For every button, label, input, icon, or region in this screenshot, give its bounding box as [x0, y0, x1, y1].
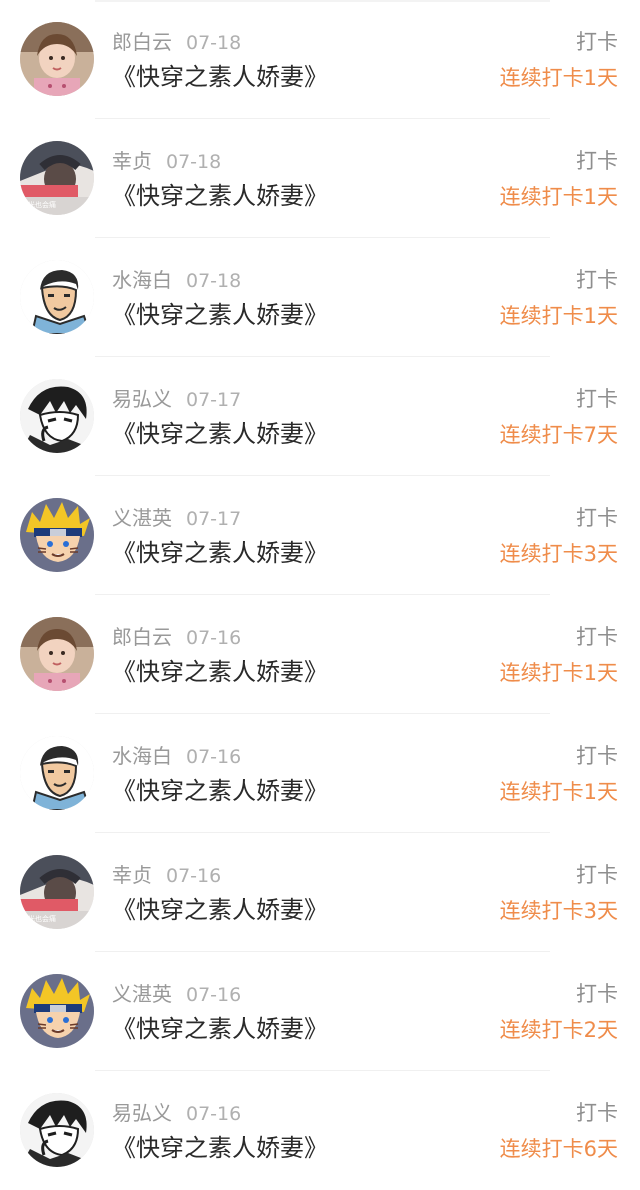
book-title[interactable]: 《快穿之素人娇妻》	[112, 178, 328, 214]
record-meta: 易弘义 07-16	[112, 1099, 241, 1127]
user-name[interactable]: 幸贞	[112, 863, 152, 887]
record-type-label: 打卡	[576, 1101, 618, 1125]
record-meta: 水海白 07-18	[112, 266, 241, 294]
streak-count: 连续打卡1天	[499, 661, 618, 685]
book-title[interactable]: 《快穿之素人娇妻》	[112, 1011, 328, 1047]
record-type-label: 打卡	[576, 268, 618, 292]
streak-count: 连续打卡3天	[499, 542, 618, 566]
streak-count: 连续打卡2天	[499, 1018, 618, 1042]
record-meta: 幸贞 07-16	[112, 861, 221, 889]
cartoon-man-avatar[interactable]	[20, 260, 94, 334]
book-title[interactable]: 《快穿之素人娇妻》	[112, 892, 328, 928]
checkin-list-item[interactable]: 易弘义 07-17 《快穿之素人娇妻》 打卡 连续打卡7天	[0, 357, 640, 476]
user-name[interactable]: 水海白	[112, 268, 172, 292]
book-title[interactable]: 《快穿之素人娇妻》	[112, 297, 328, 333]
user-name[interactable]: 幸贞	[112, 149, 152, 173]
record-date: 07-16	[186, 746, 242, 768]
record-meta: 水海白 07-16	[112, 742, 241, 770]
record-date: 07-17	[186, 508, 242, 530]
checkin-list-item[interactable]: 义湛英 07-17 《快穿之素人娇妻》 打卡 连续打卡3天	[0, 476, 640, 595]
girl-photo-avatar[interactable]	[20, 617, 94, 691]
user-name[interactable]: 义湛英	[112, 982, 172, 1006]
streak-count: 连续打卡3天	[499, 899, 618, 923]
streak-count: 连续打卡1天	[499, 780, 618, 804]
record-type-label: 打卡	[576, 30, 618, 54]
user-name[interactable]: 易弘义	[112, 387, 172, 411]
streak-count: 连续打卡1天	[499, 185, 618, 209]
record-date: 07-16	[186, 984, 242, 1006]
book-title[interactable]: 《快穿之素人娇妻》	[112, 773, 328, 809]
streak-count: 连续打卡6天	[499, 1137, 618, 1161]
record-meta: 义湛英 07-17	[112, 504, 241, 532]
user-name[interactable]: 易弘义	[112, 1101, 172, 1125]
checkin-record-list: 郎白云 07-18 《快穿之素人娇妻》 打卡 连续打卡1天 光也会痛 幸贞 07-1…	[0, 0, 640, 1180]
book-title[interactable]: 《快穿之素人娇妻》	[112, 59, 328, 95]
checkin-list-item[interactable]: 水海白 07-16 《快穿之素人娇妻》 打卡 连续打卡1天	[0, 714, 640, 833]
checkin-list-item[interactable]: 水海白 07-18 《快穿之素人娇妻》 打卡 连续打卡1天	[0, 238, 640, 357]
naruto-avatar[interactable]	[20, 974, 94, 1048]
record-type-label: 打卡	[576, 863, 618, 887]
record-type-label: 打卡	[576, 506, 618, 530]
boy-photo-avatar[interactable]: 光也会痛	[20, 855, 94, 929]
svg-text:光也会痛: 光也会痛	[28, 200, 56, 209]
girl-photo-avatar[interactable]	[20, 22, 94, 96]
record-date: 07-16	[186, 627, 242, 649]
naruto-avatar[interactable]	[20, 498, 94, 572]
record-meta: 义湛英 07-16	[112, 980, 241, 1008]
record-type-label: 打卡	[576, 744, 618, 768]
streak-count: 连续打卡7天	[499, 423, 618, 447]
record-meta: 易弘义 07-17	[112, 385, 241, 413]
checkin-list-item[interactable]: 郎白云 07-16 《快穿之素人娇妻》 打卡 连续打卡1天	[0, 595, 640, 714]
book-title[interactable]: 《快穿之素人娇妻》	[112, 535, 328, 571]
checkin-list-item[interactable]: 义湛英 07-16 《快穿之素人娇妻》 打卡 连续打卡2天	[0, 952, 640, 1071]
book-title[interactable]: 《快穿之素人娇妻》	[112, 654, 328, 690]
user-name[interactable]: 义湛英	[112, 506, 172, 530]
book-title[interactable]: 《快穿之素人娇妻》	[112, 416, 328, 452]
checkin-list-item[interactable]: 光也会痛 幸贞 07-16 《快穿之素人娇妻》 打卡 连续打卡3天	[0, 833, 640, 952]
anime-bw-avatar[interactable]	[20, 1093, 94, 1167]
svg-text:光也会痛: 光也会痛	[28, 914, 56, 923]
checkin-list-item[interactable]: 郎白云 07-18 《快穿之素人娇妻》 打卡 连续打卡1天	[0, 0, 640, 119]
record-date: 07-17	[186, 389, 242, 411]
record-date: 07-18	[186, 32, 242, 54]
record-date: 07-18	[186, 270, 242, 292]
checkin-list-item[interactable]: 光也会痛 幸贞 07-18 《快穿之素人娇妻》 打卡 连续打卡1天	[0, 119, 640, 238]
streak-count: 连续打卡1天	[499, 66, 618, 90]
book-title[interactable]: 《快穿之素人娇妻》	[112, 1130, 328, 1166]
streak-count: 连续打卡1天	[499, 304, 618, 328]
record-date: 07-18	[166, 151, 222, 173]
record-meta: 郎白云 07-16	[112, 623, 241, 651]
cartoon-man-avatar[interactable]	[20, 736, 94, 810]
record-type-label: 打卡	[576, 149, 618, 173]
anime-bw-avatar[interactable]	[20, 379, 94, 453]
record-date: 07-16	[166, 865, 222, 887]
record-meta: 郎白云 07-18	[112, 28, 241, 56]
record-type-label: 打卡	[576, 982, 618, 1006]
record-date: 07-16	[186, 1103, 242, 1125]
user-name[interactable]: 郎白云	[112, 625, 172, 649]
record-meta: 幸贞 07-18	[112, 147, 221, 175]
record-type-label: 打卡	[576, 625, 618, 649]
user-name[interactable]: 水海白	[112, 744, 172, 768]
user-name[interactable]: 郎白云	[112, 30, 172, 54]
checkin-list-item[interactable]: 易弘义 07-16 《快穿之素人娇妻》 打卡 连续打卡6天	[0, 1071, 640, 1190]
record-type-label: 打卡	[576, 387, 618, 411]
boy-photo-avatar[interactable]: 光也会痛	[20, 141, 94, 215]
